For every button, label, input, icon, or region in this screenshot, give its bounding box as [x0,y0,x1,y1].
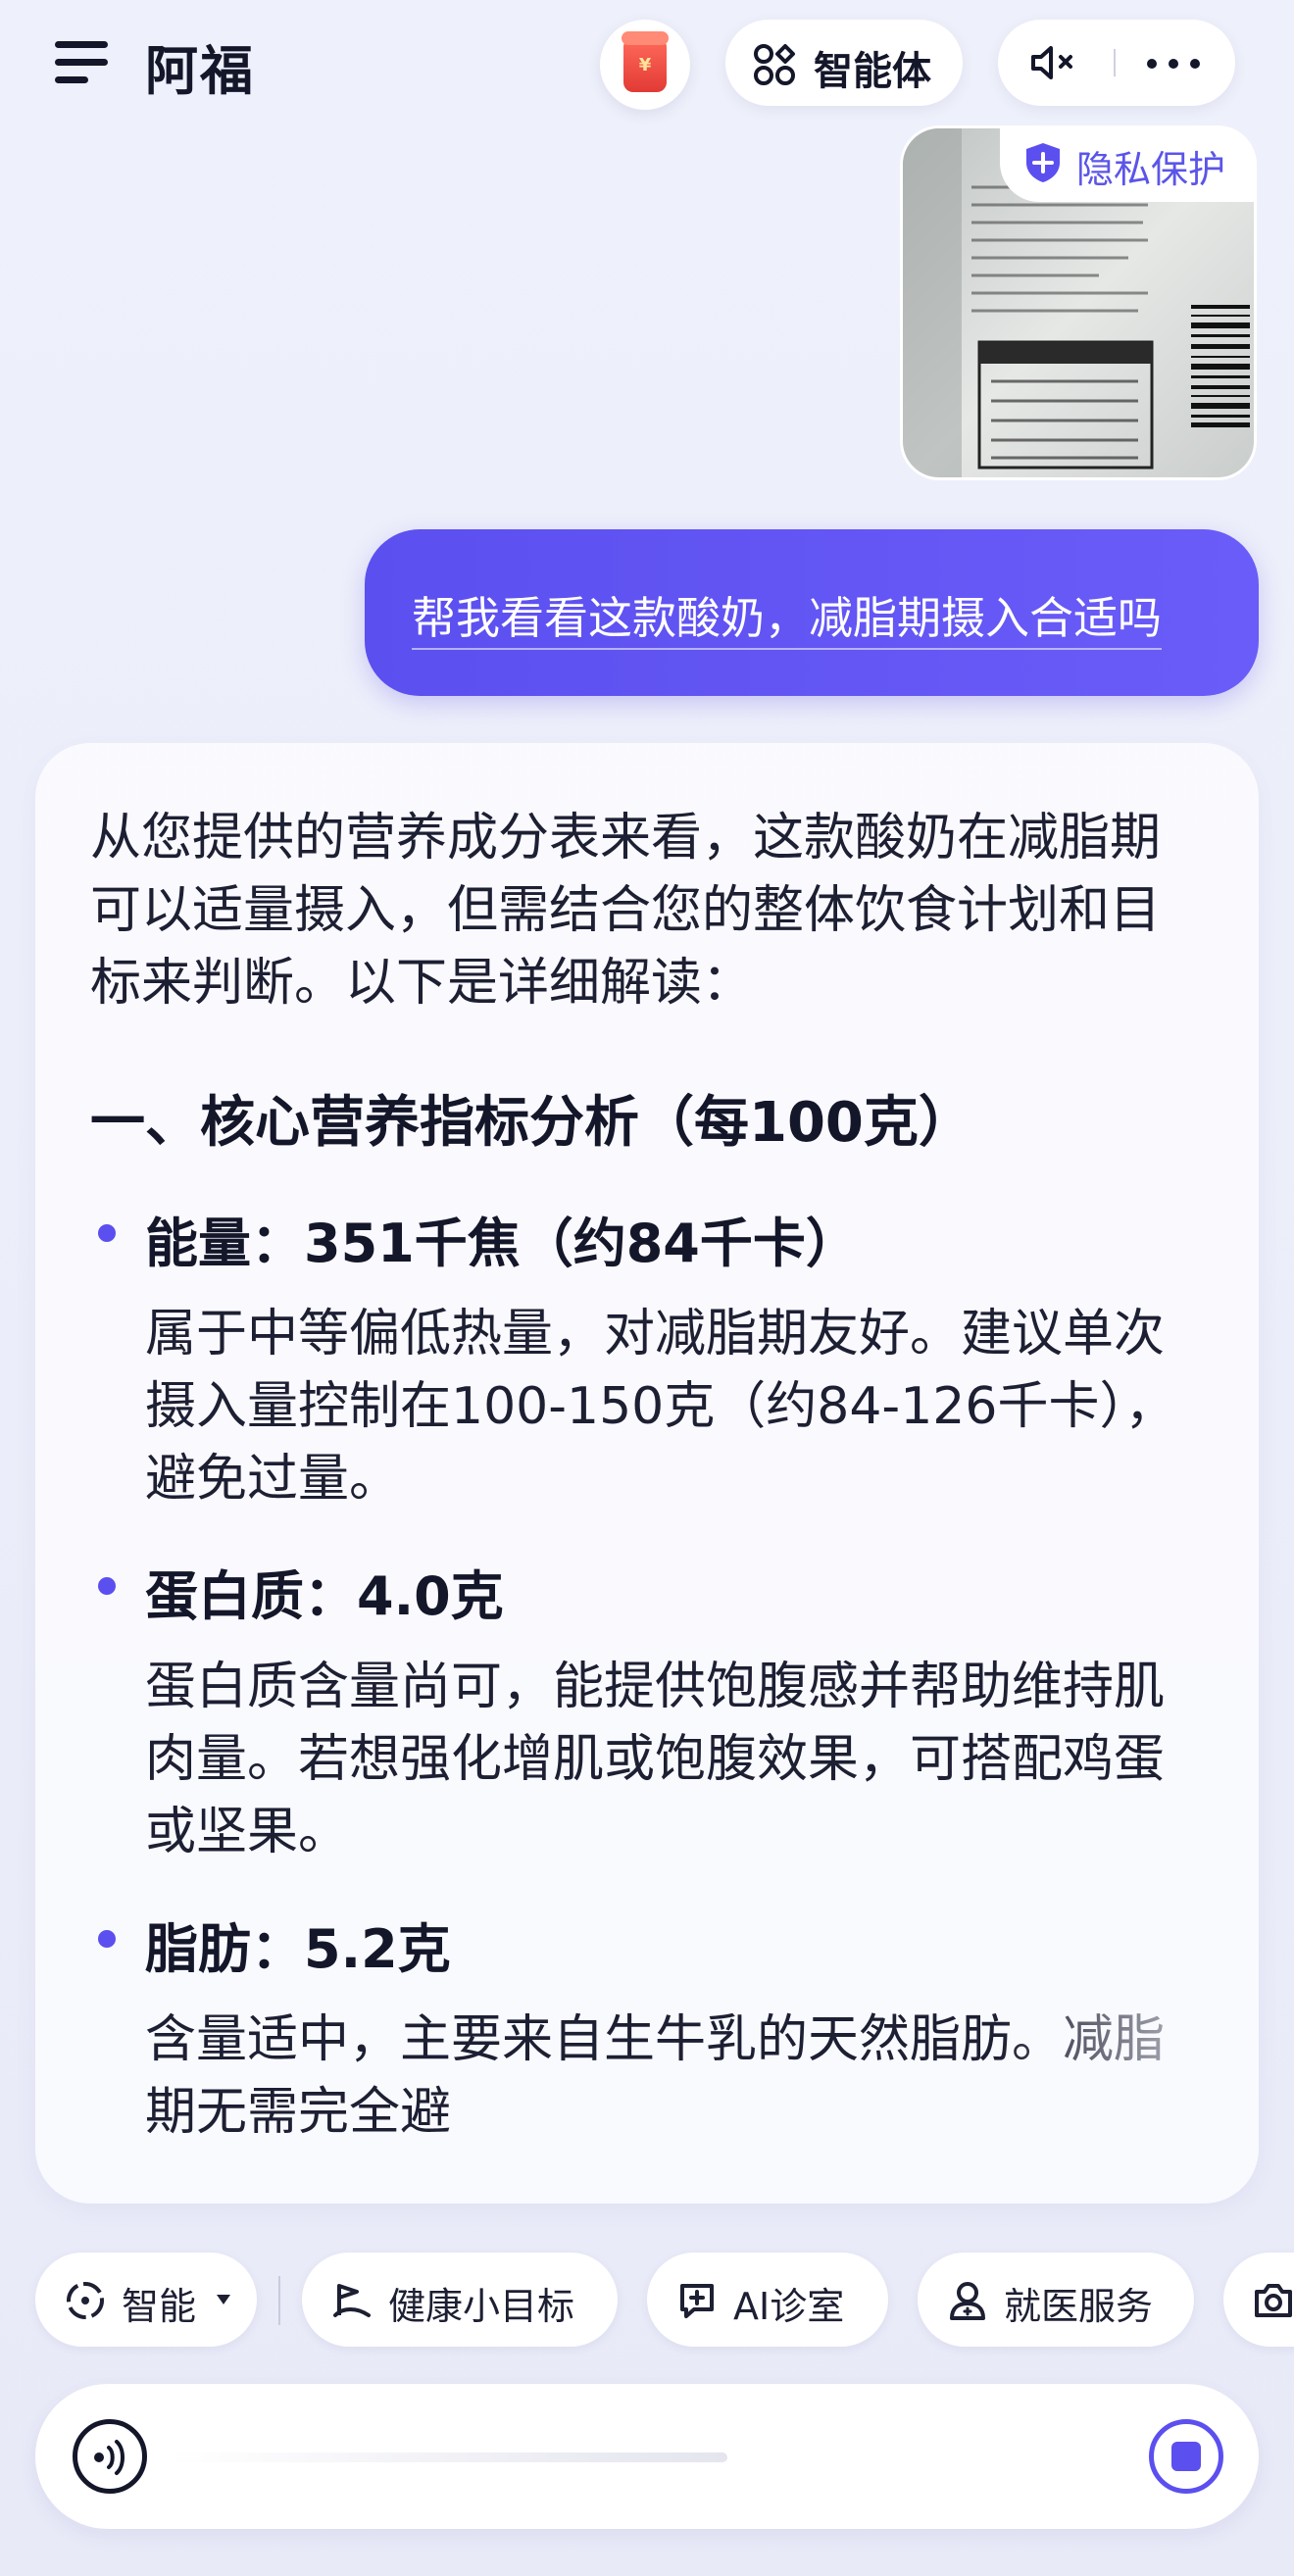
answer-intro: 从您提供的营养成分表来看，这款酸奶在减脂期可以适量摄入，但需结合您的整体饮食计划… [90,809,1162,1013]
agent-icon [754,44,795,85]
header-actions [998,20,1235,106]
ai-answer-card: 从您提供的营养成分表来看，这款酸奶在减脂期可以适量摄入，但需结合您的整体饮食计划… [35,743,1259,2204]
energy-title: 能量：351千焦（约84千卡） [145,1213,859,1274]
bullet-dot [98,1930,116,1948]
health-goal-chip[interactable]: 健康小目标 [302,2253,618,2347]
input-waveform [169,2452,727,2462]
chip-divider [278,2276,280,2325]
bullet-dot [98,1224,116,1242]
camera-chip[interactable] [1223,2253,1294,2347]
medical-service-chip[interactable]: 就医服务 [918,2253,1194,2347]
fat-title: 脂肪：5.2克 [145,1918,451,1980]
camera-icon [1255,2284,1292,2317]
chat-input-bar[interactable] [35,2384,1259,2529]
speaker-mute-icon[interactable] [1029,43,1078,82]
agent-label: 智能体 [814,49,931,94]
medical-service-label: 就医服务 [1004,2285,1154,2328]
privacy-label: 隐私保护 [1076,148,1226,191]
more-icon[interactable] [1147,59,1202,71]
agent-button[interactable]: 智能体 [725,20,963,106]
privacy-badge[interactable]: 隐私保护 [1000,125,1257,202]
ai-clinic-chip[interactable]: AI诊室 [647,2253,888,2347]
energy-body: 属于中等偏低热量，对减脂期友好。建议单次摄入量控制在100-150克（约84-1… [145,1305,1176,1509]
menu-icon[interactable] [55,41,108,84]
user-message-text: 帮我看看这款酸奶，减脂期摄入合适吗 [412,582,1163,650]
smart-mode-icon [67,2282,104,2319]
voice-input-button[interactable] [73,2419,147,2494]
red-packet-button[interactable]: ¥ [600,20,690,110]
medical-service-icon [950,2282,985,2320]
bullet-dot [98,1577,116,1595]
chevron-down-icon [217,2295,230,2304]
voice-wave-icon [94,2440,124,2475]
quick-action-bar: 智能 健康小目标 AI诊室 就医服务 [0,2253,1294,2351]
answer-section-title: 一、核心营养指标分析（每100克） [90,1091,973,1155]
red-packet-icon: ¥ [622,31,669,92]
divider [1114,49,1116,76]
stop-generation-button[interactable] [1149,2419,1223,2494]
currency-symbol: ¥ [638,55,652,75]
smart-mode-label: 智能 [122,2285,197,2328]
protein-body: 蛋白质含量尚可，能提供饱腹感并帮助维持肌肉量。若想强化增肌或饱腹效果，可搭配鸡蛋… [145,1658,1166,1861]
health-goal-icon [333,2284,371,2317]
protein-title: 蛋白质：4.0克 [145,1565,504,1627]
user-message-bubble: 帮我看看这款酸奶，减脂期摄入合适吗 [365,529,1259,696]
smart-mode-chip[interactable]: 智能 [35,2253,257,2347]
health-goal-label: 健康小目标 [388,2285,575,2328]
top-bar: 阿福 ¥ 智能体 [0,0,1294,127]
ai-clinic-icon [680,2284,714,2318]
fat-body: 含量适中，主要来自生牛乳的天然脂肪。减脂期无需完全避 [145,2010,1166,2142]
shield-plus-icon [1026,143,1060,182]
ai-clinic-label: AI诊室 [733,2285,845,2328]
app-title: 阿福 [145,40,255,102]
